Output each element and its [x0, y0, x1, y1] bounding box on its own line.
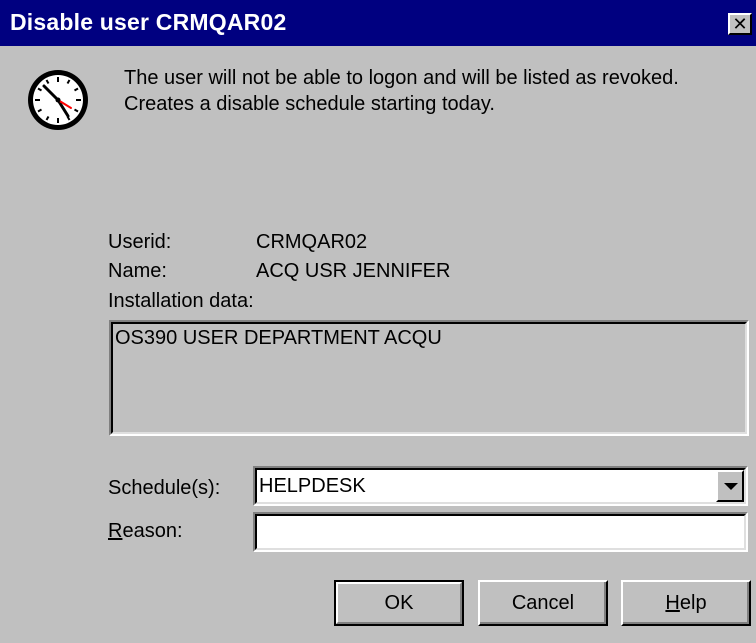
name-label: Name: — [108, 260, 167, 282]
help-button-label: Help — [665, 592, 706, 615]
close-button[interactable]: ✕ — [728, 13, 752, 35]
reason-input[interactable] — [253, 512, 748, 552]
help-button-accelerator: H — [665, 591, 680, 614]
installation-data-field[interactable]: OS390 USER DEPARTMENT ACQU — [109, 320, 749, 436]
title-bar[interactable]: Disable user CRMQAR02 ✕ — [0, 0, 756, 46]
cancel-button[interactable]: Cancel — [478, 580, 608, 626]
reason-label-text: eason: — [122, 520, 183, 542]
ok-button[interactable]: OK — [334, 580, 464, 626]
chevron-down-icon — [724, 483, 738, 490]
name-value: ACQ USR JENNIFER — [256, 260, 451, 282]
close-icon: ✕ — [732, 14, 748, 34]
schedule-dropdown-button[interactable] — [716, 470, 744, 502]
clock-icon — [28, 70, 88, 130]
ok-button-label: OK — [384, 591, 414, 614]
help-button-text: elp — [679, 591, 707, 614]
window-title: Disable user CRMQAR02 — [10, 9, 287, 35]
cancel-button-label: Cancel — [511, 591, 575, 614]
message-line-2: Creates a disable schedule starting toda… — [124, 93, 495, 115]
reason-label-accelerator: R — [108, 520, 123, 542]
reason-label: Reason: — [108, 519, 183, 543]
installation-data-value: OS390 USER DEPARTMENT ACQU — [115, 327, 442, 349]
schedule-select[interactable]: HELPDESK — [253, 466, 748, 506]
help-button[interactable]: Help — [621, 580, 751, 626]
message-line-1: The user will not be able to logon and w… — [124, 67, 679, 89]
installation-data-label: Installation data: — [108, 290, 254, 312]
disable-user-dialog: Disable user CRMQAR02 ✕ The user will no… — [0, 0, 756, 643]
userid-value: CRMQAR02 — [256, 231, 368, 253]
userid-label: Userid: — [108, 231, 172, 253]
schedule-label: Schedule(s): — [108, 477, 221, 499]
schedule-selected-value: HELPDESK — [259, 475, 366, 497]
